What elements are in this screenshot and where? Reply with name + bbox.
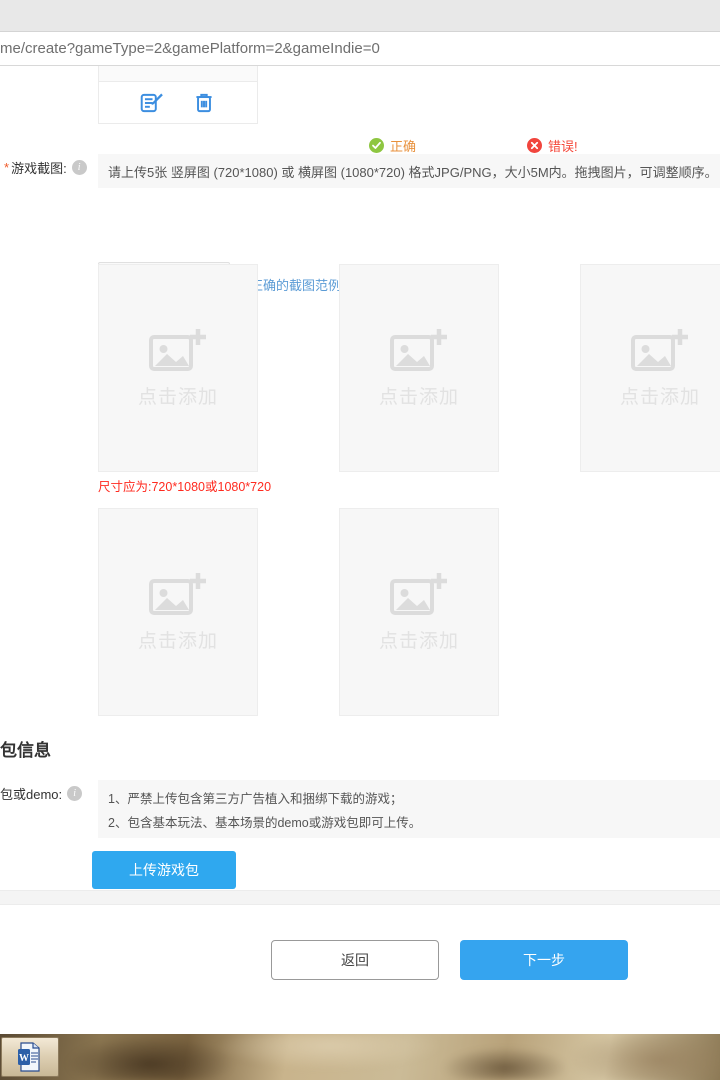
info-icon[interactable]: i	[72, 160, 87, 175]
add-image-icon	[149, 328, 207, 378]
package-rules-box: 1、严禁上传包含第三方广告植入和捆绑下载的游戏； 2、包含基本玩法、基本场景的d…	[98, 780, 720, 838]
package-label-text: 包或demo:	[0, 784, 62, 803]
upload-package-button[interactable]: 上传游戏包	[92, 851, 236, 889]
table-header-row	[99, 66, 257, 82]
sample-screenshots-link[interactable]: 正确的截图范例	[250, 275, 341, 294]
back-button[interactable]: 返回	[271, 940, 439, 980]
status-correct-label: 正确	[390, 136, 416, 155]
edit-document-icon[interactable]	[139, 90, 165, 116]
package-rule-2: 2、包含基本玩法、基本场景的demo或游戏包即可上传。	[108, 811, 720, 835]
placeholder-label: 点击添加	[379, 382, 459, 409]
upload-package-button-label: 上传游戏包	[129, 860, 199, 880]
table-row	[99, 82, 257, 123]
size-error-text: 尺寸应为:720*1080或1080*720	[98, 480, 271, 494]
status-error-label: 错误!	[548, 136, 578, 155]
placeholder-label: 点击添加	[379, 626, 459, 653]
info-icon[interactable]: i	[67, 786, 82, 801]
package-section-title: 包信息	[0, 736, 51, 761]
screenshot-row-label: * 游戏截图: i	[4, 158, 87, 177]
next-step-button-label: 下一步	[523, 950, 565, 970]
placeholder-label: 点击添加	[138, 626, 218, 653]
package-section-title-text: 包信息	[0, 741, 51, 760]
placeholder-label: 点击添加	[138, 382, 218, 409]
footer-separator	[0, 890, 720, 905]
add-image-icon	[631, 328, 689, 378]
trash-icon[interactable]	[191, 90, 217, 116]
add-image-icon	[390, 572, 448, 622]
screenshot-placeholder-1[interactable]: 点击添加	[98, 264, 258, 472]
status-badge-error: 错误!	[527, 136, 578, 155]
next-step-button[interactable]: 下一步	[460, 940, 628, 980]
uploaded-item-table	[98, 66, 258, 124]
screenshot-placeholder-5[interactable]: 点击添加	[339, 508, 499, 716]
os-taskbar: W	[0, 1034, 720, 1080]
check-circle-icon	[369, 138, 384, 153]
back-button-label: 返回	[341, 950, 369, 970]
browser-url-bar[interactable]: me/create?gameType=2&gamePlatform=2&game…	[0, 32, 720, 66]
browser-tab-strip	[0, 0, 720, 32]
add-image-icon	[390, 328, 448, 378]
svg-text:W: W	[19, 1053, 29, 1064]
error-circle-icon	[527, 138, 542, 153]
url-text[interactable]: me/create?gameType=2&gamePlatform=2&game…	[0, 40, 380, 57]
word-icon: W	[17, 1042, 43, 1072]
page-viewport: 正确 错误! * 游戏截图: i 请上传5张 竖屏图 (720*1080) 或 …	[0, 66, 720, 1021]
package-rule-1: 1、严禁上传包含第三方广告植入和捆绑下载的游戏；	[108, 787, 720, 811]
screen: me/create?gameType=2&gamePlatform=2&game…	[0, 0, 720, 1080]
sample-screenshots-link-label: 正确的截图范例	[250, 278, 341, 293]
screenshot-hint-text: 请上传5张 竖屏图 (720*1080) 或 横屏图 (1080*720) 格式…	[108, 162, 718, 181]
screenshot-placeholder-2[interactable]: 点击添加	[339, 264, 499, 472]
status-badge-correct: 正确	[369, 136, 416, 155]
screenshot-placeholder-4[interactable]: 点击添加	[98, 508, 258, 716]
package-row-label: 包或demo: i	[0, 784, 82, 803]
taskbar-item-word[interactable]: W	[1, 1037, 59, 1077]
screenshot-label-text: 游戏截图:	[11, 158, 67, 177]
size-error-message: 尺寸应为:720*1080或1080*720	[98, 476, 271, 495]
placeholder-label: 点击添加	[620, 382, 700, 409]
desktop-wallpaper-blur	[0, 1034, 720, 1080]
add-image-icon	[149, 572, 207, 622]
required-asterisk: *	[4, 160, 9, 175]
screenshot-placeholder-3[interactable]: 点击添加	[580, 264, 720, 472]
screenshot-hint-bar: 请上传5张 竖屏图 (720*1080) 或 横屏图 (1080*720) 格式…	[98, 154, 720, 188]
